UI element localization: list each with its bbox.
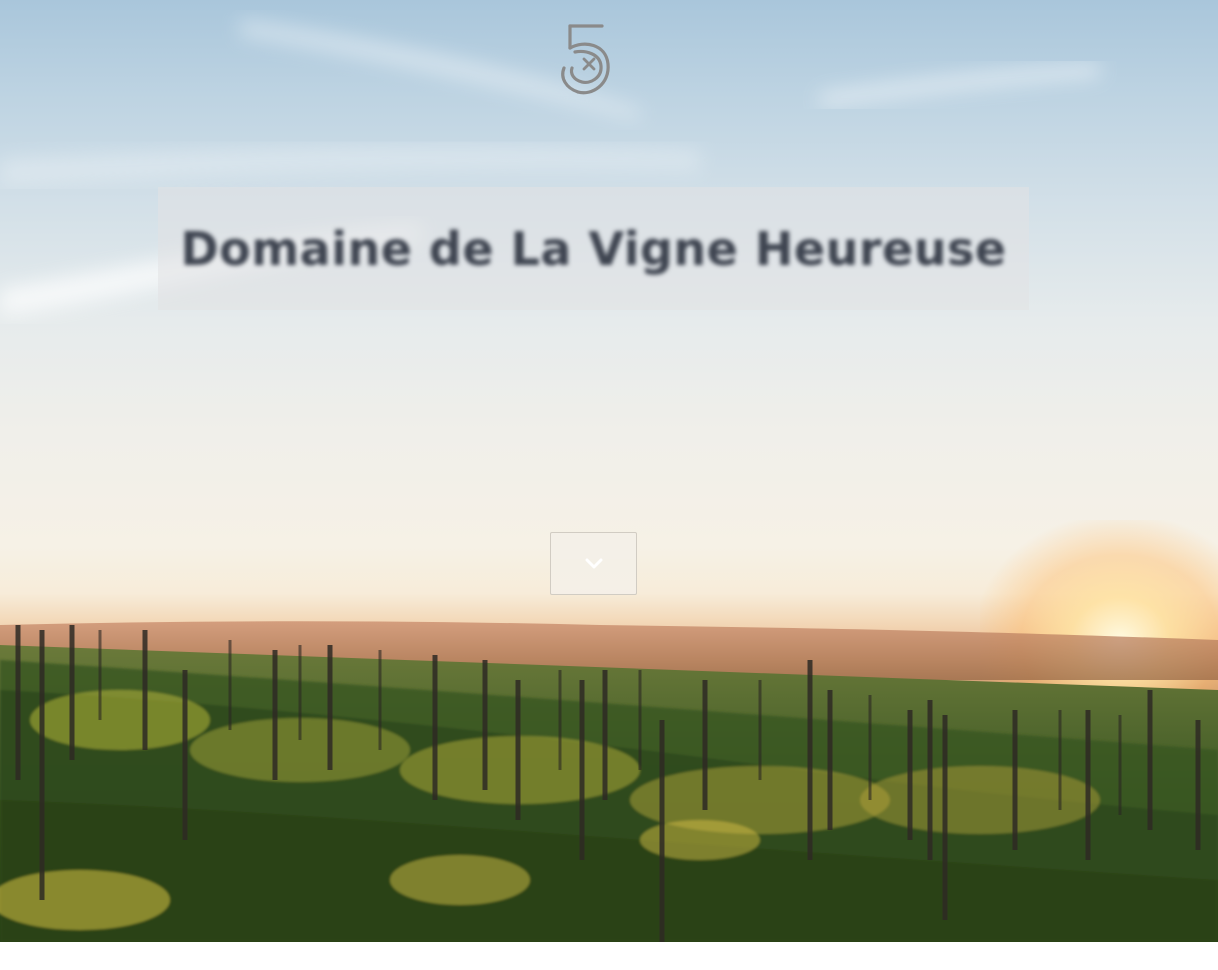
scroll-down-button[interactable] <box>550 532 637 595</box>
brand-logo[interactable] <box>556 22 618 100</box>
logo-5-icon <box>561 24 610 95</box>
hero-title: Domaine de La Vigne Heureuse <box>180 221 1007 276</box>
hero-title-box: Domaine de La Vigne Heureuse <box>158 187 1029 310</box>
hero-background <box>0 0 1218 942</box>
chevron-down-icon <box>585 558 602 568</box>
page-bottom-strip <box>0 942 1218 970</box>
vineyard-landscape <box>0 621 1218 942</box>
